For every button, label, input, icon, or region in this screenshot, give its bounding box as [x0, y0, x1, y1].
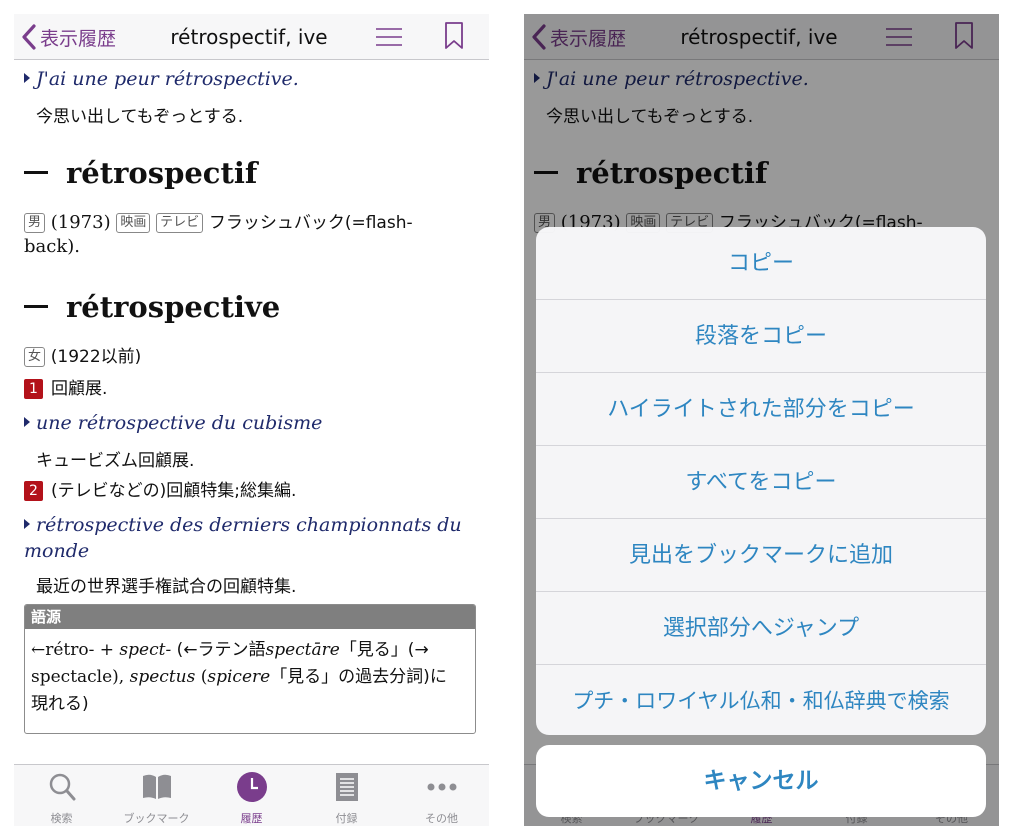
- sense-definition: (テレビなどの)回顧特集;総集編.: [51, 481, 297, 501]
- field-tag: テレビ: [156, 213, 204, 233]
- example-translation: キュービズム回顧展.: [36, 451, 195, 471]
- etymology-box: 語源 ←rétro- + spect- (←ラテン語spectāre「見る」(→…: [24, 604, 476, 734]
- menu-icon[interactable]: [374, 22, 404, 52]
- sense-number-badge: 1: [24, 379, 43, 399]
- example-sentence: rétrospective des derniers championnats …: [24, 514, 462, 536]
- year-label: (1973): [50, 212, 111, 233]
- triangle-bullet-icon: [24, 417, 30, 427]
- definition-text: フラッシュバック(=flash-: [208, 213, 413, 233]
- tab-search[interactable]: 検索: [14, 765, 109, 826]
- page-title: rétrospectif, ive: [170, 25, 328, 49]
- example-translation: 今思い出してもぞっとする.: [36, 107, 244, 127]
- example-sentence-continuation: monde: [24, 540, 90, 562]
- triangle-bullet-icon: [24, 519, 30, 529]
- field-tag: 映画: [116, 213, 151, 233]
- triangle-bullet-icon: [24, 73, 30, 83]
- definition-continuation: back).: [24, 236, 80, 257]
- copy-all-button[interactable]: すべてをコピー: [536, 446, 986, 519]
- example-sentence: J'ai une peur rétrospective.: [24, 68, 299, 90]
- copy-paragraph-button[interactable]: 段落をコピー: [536, 300, 986, 373]
- etymology-text: ←rétro- + spect- (←ラテン語spectāre「見る」(→ sp…: [31, 640, 447, 714]
- etymology-label: 語源: [25, 605, 475, 629]
- sense-definition: 回顧展.: [51, 379, 108, 399]
- example-translation: 最近の世界選手権試合の回顧特集.: [36, 577, 297, 597]
- tab-bar: 検索 ブックマーク 履歴 付録 その他: [14, 764, 489, 826]
- gender-tag: 男: [24, 213, 46, 233]
- sense-number-badge: 2: [24, 481, 43, 501]
- add-headword-bookmark-button[interactable]: 見出をブックマークに追加: [536, 519, 986, 592]
- year-label: (1922以前): [50, 347, 142, 367]
- more-icon: [427, 783, 457, 791]
- navigation-bar: 表示履歴 rétrospectif, ive: [14, 14, 489, 60]
- tab-history[interactable]: 履歴: [204, 765, 299, 826]
- jump-to-selection-button[interactable]: 選択部分へジャンプ: [536, 592, 986, 665]
- copy-highlighted-button[interactable]: ハイライトされた部分をコピー: [536, 373, 986, 446]
- dictionary-screen-with-action-sheet: 表示履歴 rétrospectif, ive J'ai une peur rét…: [524, 14, 999, 826]
- action-sheet: コピー 段落をコピー ハイライトされた部分をコピー すべてをコピー 見出をブック…: [536, 227, 986, 735]
- back-button[interactable]: 表示履歴: [20, 20, 116, 54]
- search-icon: [49, 773, 76, 801]
- headword: rétrospectif: [24, 156, 257, 190]
- dash-mark: [24, 305, 48, 308]
- bookmark-icon[interactable]: [442, 20, 466, 52]
- entry-content: J'ai une peur rétrospective. 今思い出してもぞっとす…: [24, 60, 479, 764]
- dictionary-screen: 表示履歴 rétrospectif, ive J'ai une peur rét…: [14, 14, 489, 826]
- gender-tag: 女: [24, 347, 46, 367]
- tab-more[interactable]: その他: [394, 765, 489, 826]
- tab-appendix[interactable]: 付録: [299, 765, 394, 826]
- clock-icon: [237, 772, 267, 802]
- tab-bookmarks[interactable]: ブックマーク: [109, 765, 204, 826]
- dash-mark: [24, 171, 48, 174]
- headword: rétrospective: [24, 290, 280, 324]
- example-sentence: une rétrospective du cubisme: [24, 412, 322, 434]
- back-button-label: 表示履歴: [40, 27, 117, 50]
- definition-line: 女 (1922以前): [24, 342, 141, 367]
- search-petit-royal-button[interactable]: プチ・ロワイヤル仏和・和仏辞典で検索: [536, 665, 986, 735]
- copy-button[interactable]: コピー: [536, 227, 986, 300]
- document-icon: [336, 773, 358, 801]
- book-icon: [143, 774, 171, 799]
- sense-line: 2 (テレビなどの)回顧特集;総集編.: [24, 476, 296, 501]
- definition-line: 男 (1973) 映画 テレビ フラッシュバック(=flash-: [24, 208, 413, 233]
- chevron-left-icon: [22, 24, 36, 50]
- sense-line: 1 回顧展.: [24, 374, 107, 399]
- cancel-button[interactable]: キャンセル: [536, 745, 986, 817]
